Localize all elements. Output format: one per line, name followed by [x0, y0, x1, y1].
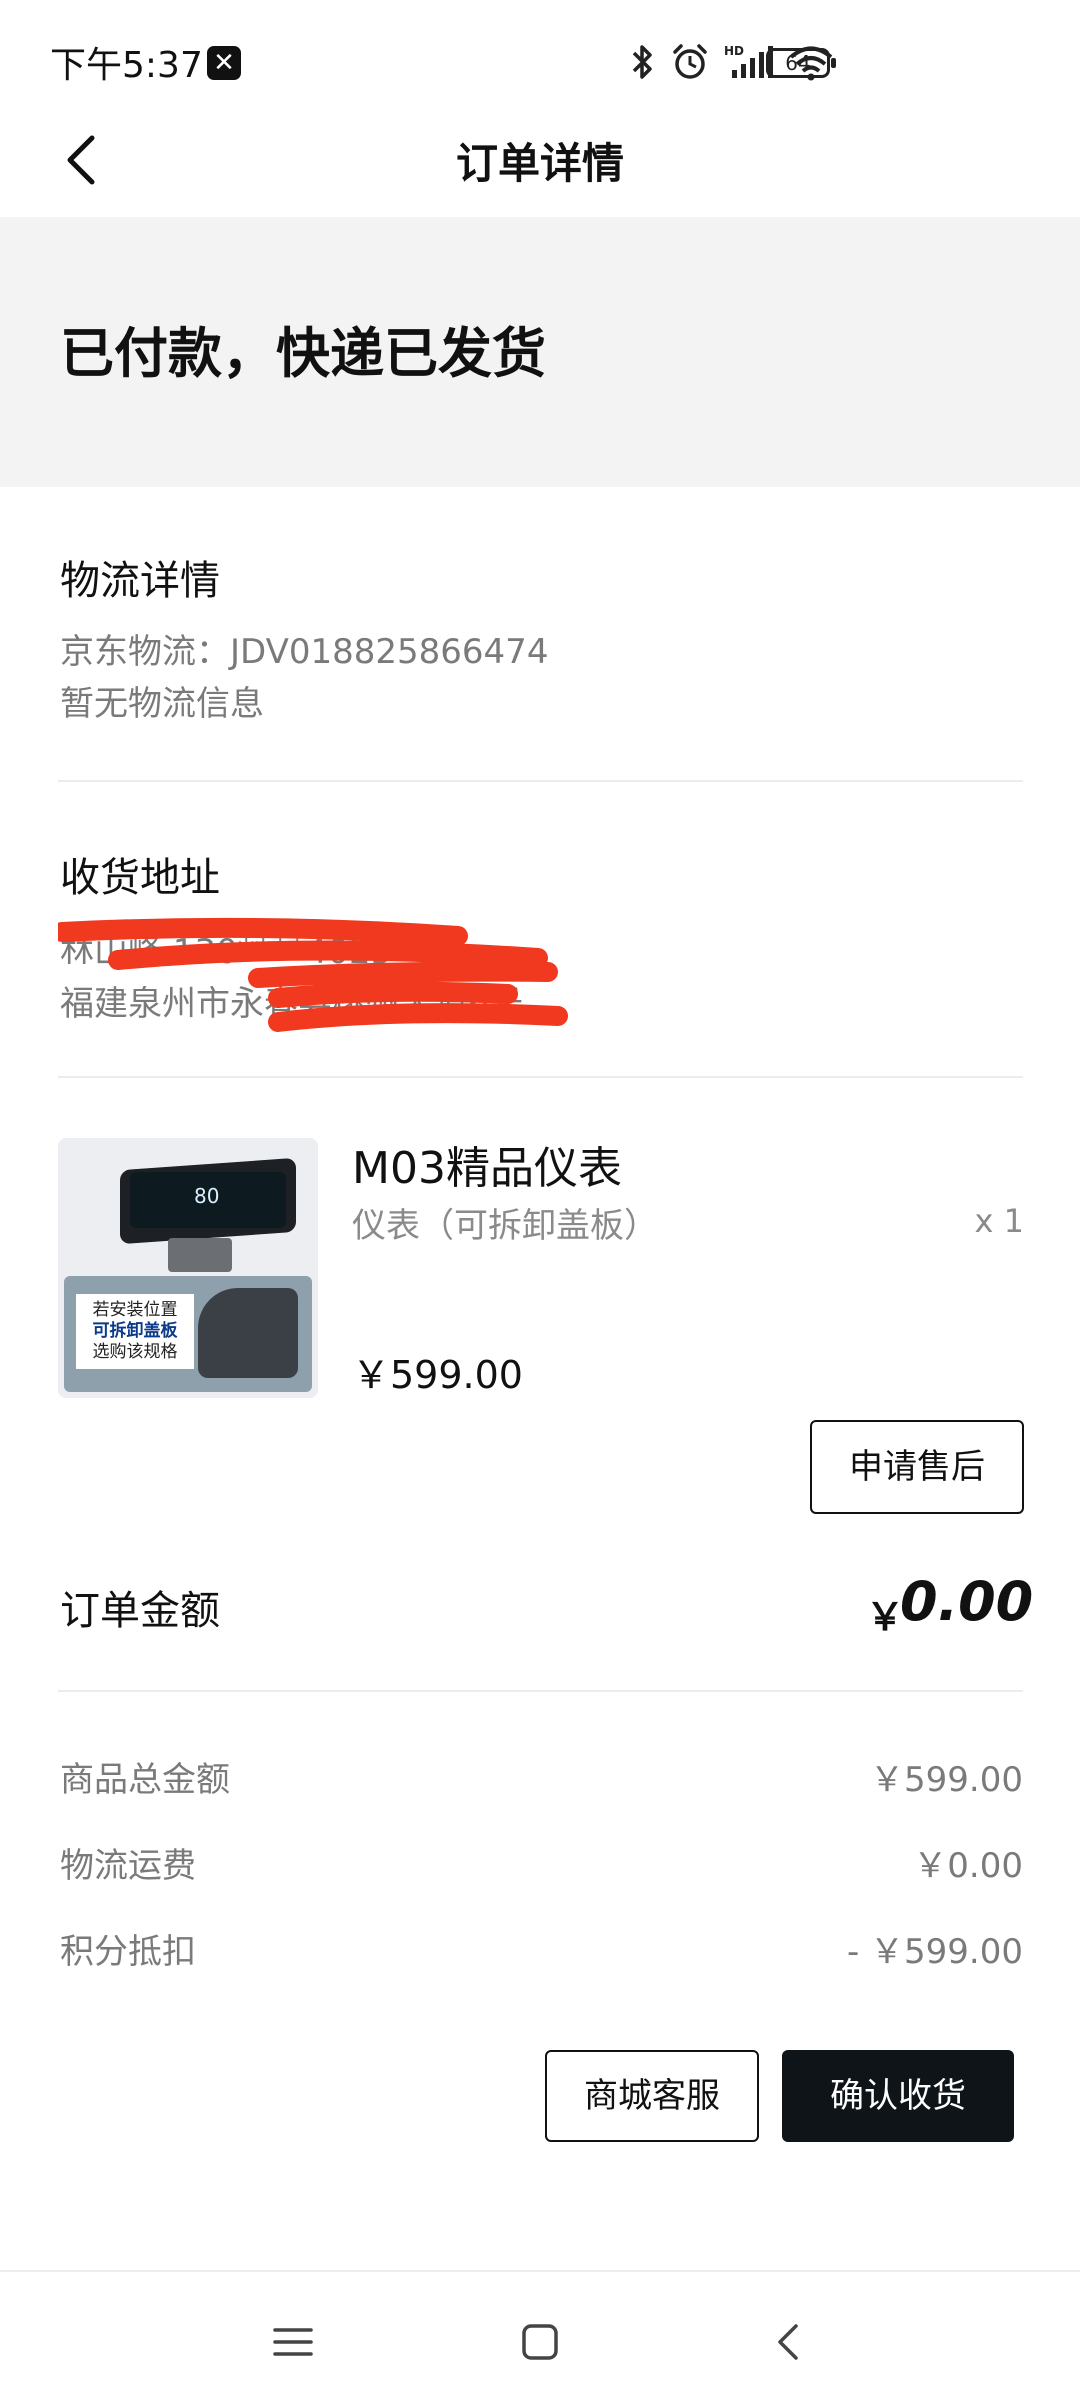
bluetooth-icon — [632, 45, 652, 79]
summary-label-points: 积分抵扣 — [60, 1932, 196, 1972]
summary-value-shipping: ￥0.00 — [913, 1846, 1023, 1886]
after-sale-button[interactable]: 申请售后 — [810, 1420, 1024, 1514]
image-caption: 若安装位置 可拆卸盖板 选购该规格 — [76, 1294, 194, 1369]
product-image[interactable]: 80 若安装位置 可拆卸盖板 选购该规格 — [58, 1138, 318, 1398]
divider — [58, 780, 1023, 782]
summary-value-points: - ￥599.00 — [846, 1932, 1023, 1972]
product-quantity: x 1 — [974, 1202, 1024, 1240]
image-caption-line: 若安装位置 — [92, 1300, 178, 1320]
nav-bar: 订单详情 — [0, 110, 1080, 210]
logistics-info: 暂无物流信息 — [60, 684, 264, 724]
divider — [58, 1690, 1023, 1692]
order-status-banner: 已付款，快递已发货 — [0, 217, 1080, 487]
confirm-receipt-button[interactable]: 确认收货 — [782, 2050, 1014, 2142]
product-spec: 仪表（可拆卸盖板） — [352, 1206, 658, 1246]
logistics-tracking: 京东物流：JDV018825866474 — [60, 632, 549, 672]
image-caption-line: 可拆卸盖板 — [92, 1321, 178, 1341]
alarm-icon — [673, 44, 707, 79]
notification-icon: ✕ — [207, 46, 241, 80]
summary-label-goods-total: 商品总金额 — [60, 1760, 230, 1800]
menu-icon[interactable] — [263, 2312, 323, 2372]
order-amount-currency: ￥ — [866, 1595, 905, 1639]
install-photo-part — [198, 1288, 298, 1378]
address-title: 收货地址 — [60, 855, 220, 901]
battery-icon: 64 — [766, 48, 836, 78]
summary-label-shipping: 物流运费 — [60, 1846, 196, 1886]
system-nav-bar — [0, 2270, 1080, 2400]
page-title: 订单详情 — [455, 139, 624, 188]
product-name: M03精品仪表 — [352, 1143, 622, 1194]
status-time: 下午5:37 — [50, 45, 203, 86]
status-bar: 下午5:37 ✕ HD 64 — [0, 0, 1080, 120]
dashboard-speed: 80 — [194, 1184, 220, 1208]
customer-service-button[interactable]: 商城客服 — [545, 2050, 759, 2142]
product-price: ￥599.00 — [352, 1353, 523, 1397]
summary-value-goods-total: ￥599.00 — [870, 1760, 1023, 1800]
dashboard-stand — [168, 1238, 232, 1272]
order-amount-label: 订单金额 — [60, 1588, 220, 1634]
order-status-text: 已付款，快递已发货 — [60, 322, 546, 385]
divider — [58, 1076, 1023, 1078]
svg-text:HD: HD — [724, 44, 744, 58]
order-amount-value: 0.00 — [900, 1570, 1034, 1633]
home-icon[interactable] — [510, 2312, 570, 2372]
image-caption-line: 选购该规格 — [92, 1342, 178, 1362]
logistics-title: 物流详情 — [60, 558, 220, 604]
back-icon[interactable] — [760, 2312, 820, 2372]
redaction-scribble — [58, 917, 568, 1032]
